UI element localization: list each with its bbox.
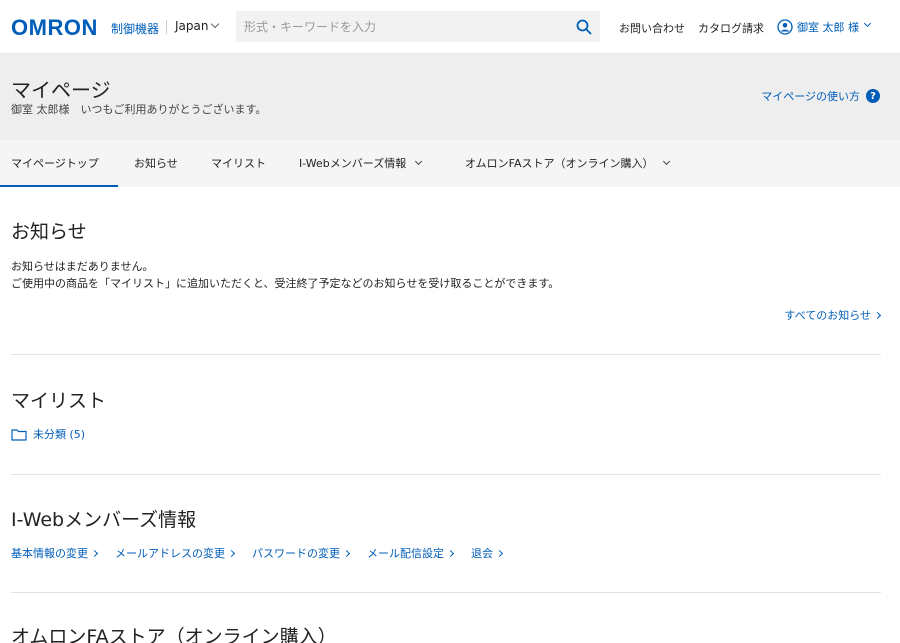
notice-section-title: お知らせ bbox=[11, 221, 87, 243]
tab-label: オムロンFAストア（オンライン購入） bbox=[465, 157, 654, 170]
mypage-banner: マイページ 御室 太郎様 いつもご利用ありがとうございます。 マイページの使い方… bbox=[0, 54, 900, 140]
section-divider bbox=[11, 474, 881, 475]
mylist-section-title: マイリスト bbox=[11, 390, 107, 412]
search-icon[interactable] bbox=[576, 19, 592, 35]
link-label: 基本情報の変更 bbox=[11, 547, 88, 560]
section-divider bbox=[11, 354, 881, 355]
mylist-folder-uncategorized[interactable]: 未分類 (5) bbox=[11, 426, 85, 442]
link-label: パスワードの変更 bbox=[252, 547, 340, 560]
tab-label: I-Webメンバーズ情報 bbox=[299, 157, 407, 170]
contact-link[interactable]: お問い合わせ bbox=[619, 20, 685, 36]
user-icon bbox=[777, 19, 793, 35]
chevron-right-icon bbox=[873, 311, 882, 320]
basic-info-change-link[interactable]: 基本情報の変更 bbox=[11, 545, 99, 561]
link-label: メール配信設定 bbox=[367, 547, 444, 560]
catalog-request-link[interactable]: カタログ請求 bbox=[698, 20, 764, 36]
page-title: マイページ bbox=[11, 78, 111, 102]
site-header: OMRON 制御機器 Japan お問い合わせ カタログ請求 御室 太郎 様 bbox=[0, 0, 900, 54]
section-divider bbox=[11, 592, 881, 593]
chevron-right-icon bbox=[342, 549, 351, 558]
region-label: Japan bbox=[175, 19, 209, 33]
omron-logo[interactable]: OMRON bbox=[11, 15, 98, 41]
user-name: 御室 太郎 様 bbox=[797, 21, 859, 34]
tab-notices[interactable]: お知らせ bbox=[134, 140, 178, 187]
question-icon: ? bbox=[866, 89, 880, 103]
mail-settings-link[interactable]: メール配信設定 bbox=[367, 545, 455, 561]
tab-fa-store[interactable]: オムロンFAストア（オンライン購入） bbox=[465, 140, 670, 187]
chevron-down-icon bbox=[863, 19, 872, 27]
mypage-tabs: マイページトップ お知らせ マイリスト I-Webメンバーズ情報 オムロンFAス… bbox=[0, 140, 900, 187]
notice-empty-text: お知らせはまだありません。 bbox=[11, 260, 154, 273]
withdraw-link[interactable]: 退会 bbox=[471, 545, 504, 561]
folder-label: 未分類 (5) bbox=[33, 428, 86, 441]
members-section-title: I-Webメンバーズ情報 bbox=[11, 509, 197, 531]
password-change-link[interactable]: パスワードの変更 bbox=[252, 545, 351, 561]
chevron-right-icon bbox=[495, 549, 504, 558]
region-selector[interactable]: Japan bbox=[175, 19, 220, 33]
tab-mylist[interactable]: マイリスト bbox=[211, 140, 266, 187]
user-menu[interactable]: 御室 太郎 様 bbox=[777, 18, 872, 36]
members-links: 基本情報の変更 メールアドレスの変更 パスワードの変更 メール配信設定 退会 bbox=[11, 545, 520, 561]
chevron-right-icon bbox=[90, 549, 99, 558]
chevron-right-icon bbox=[446, 549, 455, 558]
all-notices-link[interactable]: すべてのお知らせ bbox=[784, 307, 882, 323]
search-input[interactable] bbox=[236, 11, 600, 42]
link-label: 退会 bbox=[471, 547, 493, 560]
all-notices-label: すべてのお知らせ bbox=[784, 309, 871, 322]
chevron-down-icon bbox=[662, 157, 670, 166]
chevron-right-icon bbox=[227, 549, 236, 558]
help-link-label: マイページの使い方 bbox=[761, 90, 860, 103]
email-change-link[interactable]: メールアドレスの変更 bbox=[115, 545, 236, 561]
chevron-down-icon bbox=[211, 19, 220, 29]
tab-members-info[interactable]: I-Webメンバーズ情報 bbox=[299, 140, 423, 187]
mypage-help-link[interactable]: マイページの使い方 ? bbox=[761, 88, 880, 104]
greeting-text: 御室 太郎様 いつもご利用ありがとうございます。 bbox=[11, 103, 267, 116]
link-label: メールアドレスの変更 bbox=[115, 547, 225, 560]
brand-subtitle[interactable]: 制御機器 bbox=[111, 20, 159, 37]
store-section-title: オムロンFAストア（オンライン購入） bbox=[11, 626, 337, 643]
folder-icon bbox=[11, 428, 27, 441]
chevron-down-icon bbox=[415, 157, 423, 166]
tab-mypage-top[interactable]: マイページトップ bbox=[0, 140, 118, 187]
notice-description: ご使用中の商品を「マイリスト」に追加いただくと、受注終了予定などのお知らせを受け… bbox=[11, 277, 560, 290]
header-divider bbox=[166, 20, 167, 34]
